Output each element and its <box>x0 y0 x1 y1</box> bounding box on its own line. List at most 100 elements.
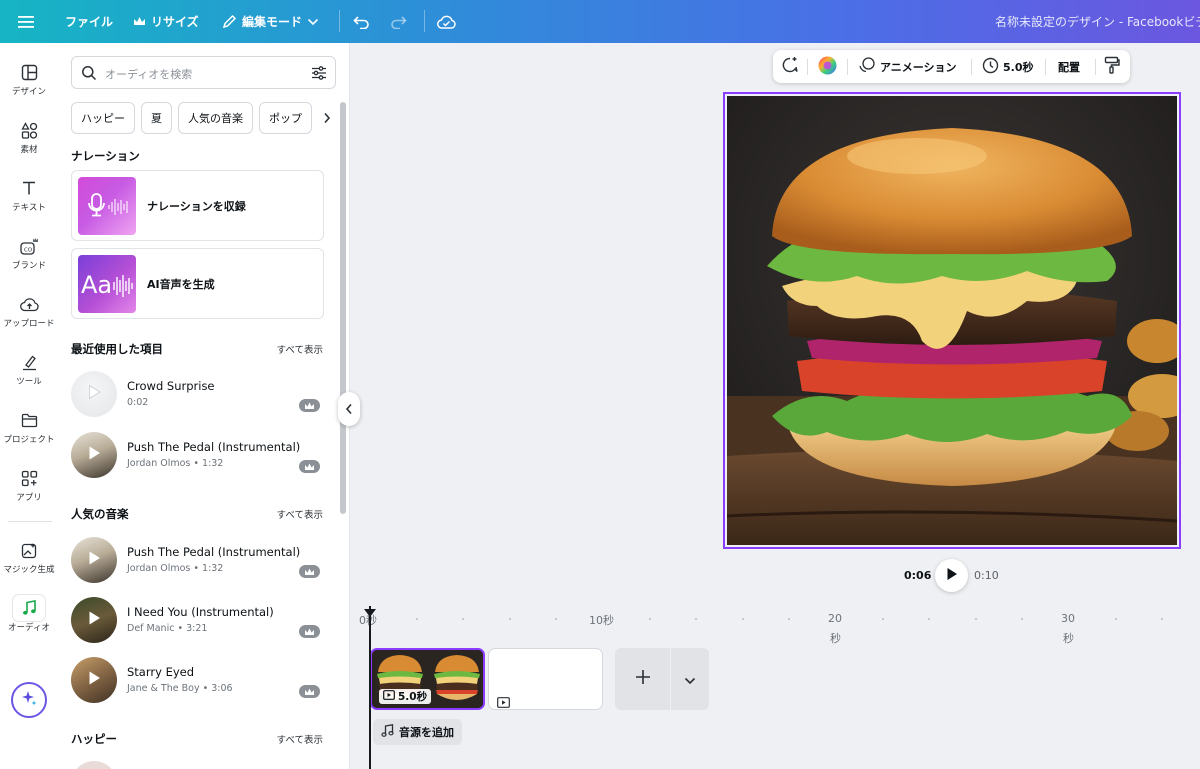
tick-mark <box>975 618 977 620</box>
filter-icon[interactable] <box>311 65 327 85</box>
chip-popular[interactable]: 人気の音楽 <box>178 102 253 134</box>
rail-label-magic: マジック生成 <box>3 565 55 575</box>
microphone-thumbnail <box>78 177 136 235</box>
chevron-down-icon <box>684 670 696 689</box>
plus-icon <box>635 669 651 689</box>
music-note-icon <box>13 595 45 621</box>
track-item[interactable]: Crowd Surprise 0:02 <box>71 368 326 420</box>
play-icon[interactable] <box>86 445 102 465</box>
recent-see-all-link[interactable]: すべて表示 <box>277 342 323 356</box>
search-input[interactable]: オーディオを検索 <box>71 56 336 89</box>
play-icon <box>946 566 958 585</box>
resize-button[interactable]: リサイズ <box>133 0 199 43</box>
duration-button[interactable]: 5.0秒 <box>982 50 1034 83</box>
draw-tool-icon <box>13 349 45 375</box>
rail-label-audio: オーディオ <box>8 623 50 633</box>
clock-icon <box>982 57 999 77</box>
playhead-handle[interactable] <box>364 603 376 617</box>
rail-item-projects[interactable]: プロジェクト <box>0 407 58 445</box>
video-icon <box>497 693 510 712</box>
happy-see-all-link[interactable]: すべて表示 <box>277 732 323 746</box>
cloud-save-button[interactable] <box>437 0 456 43</box>
rail-label-tools: ツール <box>16 377 42 387</box>
rail-item-design[interactable]: デザイン <box>0 59 58 97</box>
comment-button[interactable] <box>781 50 799 83</box>
track-info: Jordan Olmos • 1:32 <box>127 563 224 574</box>
file-menu-label: ファイル <box>65 15 114 29</box>
position-button[interactable]: 配置 <box>1058 50 1080 83</box>
burger-photo[interactable] <box>727 96 1177 545</box>
undo-button[interactable] <box>353 0 370 43</box>
format-painter-button[interactable] <box>1104 50 1120 83</box>
play-icon[interactable] <box>86 610 102 630</box>
collapse-panel-button[interactable] <box>338 392 360 426</box>
animation-icon <box>858 56 876 77</box>
track-name: Crowd Surprise <box>127 379 215 393</box>
chip-pop[interactable]: ポップ <box>259 102 312 134</box>
play-icon[interactable] <box>86 670 102 690</box>
add-page-options-button[interactable] <box>671 648 709 710</box>
rail-divider <box>8 521 52 522</box>
tick-label: 20 <box>828 612 842 625</box>
music-note-icon <box>381 724 394 740</box>
document-title[interactable]: 名称未設定のデザイン - Facebookビデ <box>995 0 1200 43</box>
search-icon <box>81 65 97 85</box>
rail-item-brand[interactable]: CO ブランド <box>0 233 58 271</box>
rail-label-elements: 素材 <box>20 145 38 155</box>
tick-mark <box>649 618 651 620</box>
rail-item-upload[interactable]: アップロード <box>0 291 58 329</box>
rail-item-apps[interactable]: アプリ <box>0 465 58 503</box>
play-icon[interactable] <box>86 550 102 570</box>
track-item[interactable]: Push The Pedal (Instrumental) Jordan Olm… <box>71 429 326 481</box>
chip-happy[interactable]: ハッピー <box>71 102 135 134</box>
play-button[interactable] <box>935 559 968 592</box>
popular-see-all-link[interactable]: すべて表示 <box>277 507 323 521</box>
chip-summer[interactable]: 夏 <box>141 102 172 134</box>
timeline-clip[interactable] <box>488 648 603 710</box>
category-chips: ハッピー 夏 人気の音楽 ポップ <box>71 102 312 134</box>
rail-item-text[interactable]: テキスト <box>0 175 58 213</box>
video-icon <box>383 690 395 703</box>
rail-item-elements[interactable]: 素材 <box>0 117 58 155</box>
track-info: Jordan Olmos • 1:32 <box>127 458 224 469</box>
playhead[interactable] <box>369 606 371 769</box>
design-canvas[interactable] <box>723 92 1181 549</box>
timeline-clip-selected[interactable]: 5.0秒 <box>370 648 485 710</box>
scrollbar-thumb[interactable] <box>340 102 346 514</box>
panel-scrollbar[interactable] <box>339 92 346 767</box>
brand-icon: CO <box>13 233 45 259</box>
menu-button[interactable] <box>18 0 34 43</box>
chips-next-button[interactable] <box>314 102 340 134</box>
magic-assistant-button[interactable] <box>11 682 47 718</box>
add-page-button[interactable] <box>615 648 670 710</box>
rail-item-tools[interactable]: ツール <box>0 349 58 387</box>
rail-item-magic[interactable]: マジック生成 <box>0 537 58 575</box>
cloud-upload-icon <box>13 291 45 317</box>
premium-crown-icon <box>299 460 320 473</box>
track-info: Def Manic • 3:21 <box>127 623 208 634</box>
redo-button[interactable] <box>390 0 407 43</box>
track-item[interactable]: Push The Pedal (Instrumental) Jordan Olm… <box>71 534 326 586</box>
animation-button[interactable]: アニメーション <box>858 50 957 83</box>
ai-voice-card[interactable]: Aa AI音声を生成 <box>71 248 324 319</box>
color-button[interactable] <box>818 50 837 83</box>
track-item[interactable]: I Need You (Instrumental) Def Manic • 3:… <box>71 594 326 646</box>
tick-mark <box>416 618 418 620</box>
track-thumbnail[interactable] <box>71 761 117 769</box>
comment-add-icon <box>781 56 799 77</box>
premium-crown-icon <box>299 399 320 412</box>
folder-icon <box>13 407 45 433</box>
track-item[interactable]: Starry Eyed Jane & The Boy • 3:06 <box>71 654 326 706</box>
rail-label-brand: ブランド <box>11 261 46 271</box>
rail-item-audio[interactable]: オーディオ <box>0 595 58 633</box>
file-menu[interactable]: ファイル <box>65 0 113 43</box>
play-icon[interactable] <box>86 384 102 404</box>
ai-voice-label: AI音声を生成 <box>147 278 215 291</box>
duration-label: 5.0秒 <box>1003 60 1034 74</box>
add-audio-button[interactable]: 音源を追加 <box>373 719 462 745</box>
track-info: Jane & The Boy • 3:06 <box>127 683 233 694</box>
edit-mode-button[interactable]: 編集モード <box>222 0 319 43</box>
search-placeholder: オーディオを検索 <box>105 68 193 81</box>
record-narration-card[interactable]: ナレーションを収録 <box>71 170 324 241</box>
tick-mark <box>742 618 744 620</box>
